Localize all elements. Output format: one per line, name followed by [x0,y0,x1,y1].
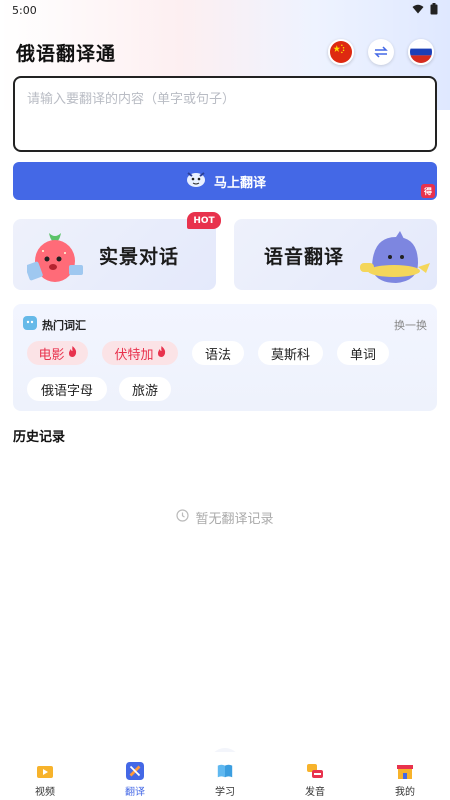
app-header: 俄语翻译通 [16,34,434,70]
chip-label: 语法 [204,347,231,363]
translate-input[interactable] [27,88,423,140]
hotword-chip[interactable]: 莫斯科 [258,341,323,365]
hotword-chip[interactable]: 俄语字母 [27,377,107,401]
hotwords-panel: 热门词汇 换一换 电影 伏特加 语法 莫斯科 单词 俄语字母 旅游 [13,304,437,411]
voice-translate-label: 语音翻译 [264,246,345,268]
swap-language-button[interactable] [368,39,394,65]
wifi-icon [412,4,424,17]
tab-profile[interactable]: 我的 [375,762,435,798]
profile-icon [396,762,414,780]
pronunciation-icon [306,762,324,780]
status-bar: 5:00 [0,0,450,20]
tab-study[interactable]: 学习 [195,762,255,798]
status-time: 5:00 [12,3,37,17]
translate-icon [126,762,144,780]
swap-arrows-icon [374,43,388,62]
chip-label: 单词 [349,347,376,363]
refresh-hotwords-button[interactable]: 换一换 [394,317,427,333]
fire-icon [68,345,77,361]
tab-label: 翻译 [125,787,145,798]
china-flag-icon[interactable] [328,39,354,65]
chip-label: 俄语字母 [40,383,93,399]
tab-label: 发音 [305,787,325,798]
history-empty-state: 暂无翻译记录 [0,508,450,527]
chip-label: 莫斯科 [270,347,310,363]
scene-dialogue-label: 实景对话 [99,246,180,268]
hotword-chip[interactable]: 单词 [337,341,389,365]
strawberry-mascot-icon [25,229,85,290]
scene-dialogue-card[interactable]: 实景对话 [13,219,216,290]
hotwords-title: 热门词汇 [42,318,86,332]
tab-label: 学习 [215,787,235,798]
fire-icon [157,345,166,361]
video-icon [36,762,54,780]
clock-icon [176,509,190,526]
hotword-chip[interactable]: 语法 [192,341,244,365]
translate-input-box[interactable] [13,76,437,152]
reward-badge: 得 [421,184,435,198]
battery-icon [430,2,438,18]
hotword-chip[interactable]: 伏特加 [102,341,178,365]
tab-label: 视频 [35,787,55,798]
bottom-tab-bar: 视频 翻译 学习 发音 我的 [0,752,450,800]
tab-pronunciation[interactable]: 发音 [285,762,345,798]
chip-label: 伏特加 [114,347,154,363]
chip-label: 电影 [38,347,65,363]
tab-label: 我的 [395,787,415,798]
mascot-face-icon [23,316,37,333]
app-title: 俄语翻译通 [16,42,117,65]
chip-label: 旅游 [131,383,158,399]
history-title: 历史记录 [13,430,66,445]
translate-button-label: 马上翻译 [213,175,266,191]
translate-button[interactable]: 马上翻译 得 [13,162,437,200]
whale-mascot-icon [358,229,432,290]
language-switcher [328,39,434,65]
tab-video[interactable]: 视频 [15,762,75,798]
history-empty-text: 暂无翻译记录 [195,512,274,527]
russia-flag-icon[interactable] [408,39,434,65]
voice-translate-card[interactable]: 语音翻译 [234,219,437,290]
hotword-chip[interactable]: 旅游 [119,377,171,401]
tab-translate[interactable]: 翻译 [105,762,165,798]
mascot-icon [184,169,208,193]
book-icon [216,762,234,780]
hotword-chip[interactable]: 电影 [27,341,88,365]
hot-badge: HOT [187,212,221,229]
